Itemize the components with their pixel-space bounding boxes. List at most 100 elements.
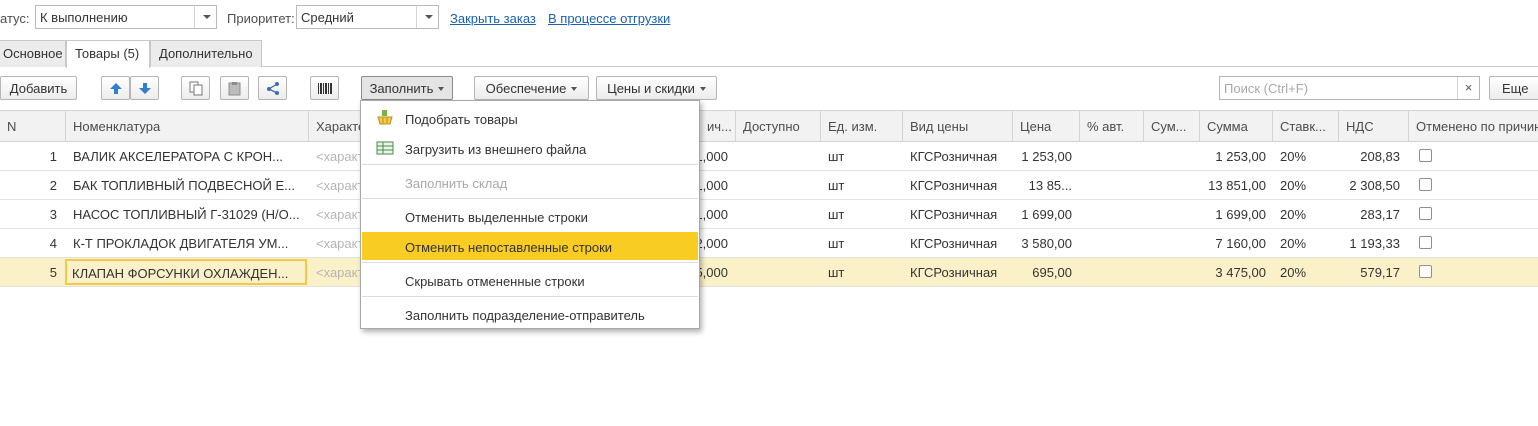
row-nomenclature[interactable]: НАСОС ТОПЛИВНЫЙ Г-31029 (Н/О... — [66, 200, 309, 228]
copy-button[interactable] — [181, 76, 210, 100]
row-nomenclature[interactable]: КЛАПАН ФОРСУНКИ ОХЛАЖДЕН... — [65, 259, 307, 285]
tab-goods[interactable]: Товары (5) — [66, 40, 150, 68]
row-price[interactable]: 3 580,00 — [1013, 229, 1079, 257]
row-price[interactable]: 1 253,00 — [1013, 142, 1079, 170]
menu-item-fill-sender-department[interactable]: Заполнить подразделение-отправитель — [362, 300, 698, 328]
move-down-button[interactable] — [130, 76, 159, 100]
row-nomenclature[interactable]: БАК ТОПЛИВНЫЙ ПОДВЕСНОЙ Е... — [66, 171, 309, 199]
menu-item-hide-cancelled[interactable]: Скрывать отмененные строки — [362, 266, 698, 294]
import-file-icon — [376, 141, 394, 155]
col-header-price-type[interactable]: Вид цены — [903, 111, 1013, 142]
barcode-button[interactable] — [310, 76, 339, 100]
col-header-available[interactable]: Доступно — [736, 111, 821, 142]
row-unit[interactable]: шт — [821, 258, 903, 286]
row-rate[interactable]: 20% — [1273, 229, 1339, 257]
chevron-down-icon[interactable] — [416, 6, 438, 28]
row-cancel-checkbox[interactable] — [1419, 149, 1432, 162]
menu-item-pick-goods[interactable]: Подобрать товары — [362, 104, 698, 132]
more-button[interactable]: Еще — [1489, 76, 1538, 100]
row-vat[interactable]: 1 193,33 — [1339, 229, 1407, 257]
menu-item-fill-warehouse: Заполнить склад — [362, 168, 698, 196]
row-nomenclature[interactable]: К-Т ПРОКЛАДОК ДВИГАТЕЛЯ УМ... — [66, 229, 309, 257]
row-number: 3 — [49, 207, 57, 222]
row-price-type[interactable]: КГСРозничная — [903, 229, 1013, 257]
prices-discounts-button[interactable]: Цены и скидки — [596, 76, 717, 100]
row-sum[interactable]: 7 160,00 — [1200, 229, 1273, 257]
menu-item-cancel-undelivered[interactable]: Отменить непоставленные строки — [362, 232, 698, 260]
menu-item-import-file[interactable]: Загрузить из внешнего файла — [362, 134, 698, 162]
row-characteristic[interactable]: <характ — [309, 258, 361, 286]
table-row[interactable]: 1 ВАЛИК АКСЕЛЕРАТОРА С КРОН... <характ 1… — [0, 142, 1538, 171]
col-header-nomenclature[interactable]: Номенклатура — [66, 111, 309, 142]
col-header-cancel-reason[interactable]: Отменено по причине — [1409, 111, 1538, 142]
row-rate[interactable]: 20% — [1273, 200, 1339, 228]
move-up-button[interactable] — [101, 76, 130, 100]
close-order-link[interactable]: Закрыть заказ — [450, 11, 536, 26]
caret-down-icon — [571, 87, 578, 91]
fill-dropdown-menu: Подобрать товары Загрузить из внешнего ф… — [360, 100, 700, 329]
table-row[interactable]: 3 НАСОС ТОПЛИВНЫЙ Г-31029 (Н/О... <харак… — [0, 200, 1538, 229]
basket-icon — [377, 110, 393, 125]
tab-additional[interactable]: Дополнительно — [150, 40, 262, 67]
row-unit[interactable]: шт — [821, 200, 903, 228]
row-vat[interactable]: 283,17 — [1339, 200, 1407, 228]
table-row[interactable]: 4 К-Т ПРОКЛАДОК ДВИГАТЕЛЯ УМ... <характ … — [0, 229, 1538, 258]
search-input[interactable]: Поиск (Ctrl+F) × — [1219, 76, 1480, 100]
row-price[interactable]: 1 699,00 — [1013, 200, 1079, 228]
table-row[interactable]: 2 БАК ТОПЛИВНЫЙ ПОДВЕСНОЙ Е... <характ 1… — [0, 171, 1538, 200]
row-vat[interactable]: 208,83 — [1339, 142, 1407, 170]
table-row-selected[interactable]: 5 КЛАПАН ФОРСУНКИ ОХЛАЖДЕН... <характ 5,… — [0, 258, 1538, 287]
priority-label: Приоритет: — [227, 11, 295, 26]
menu-item-cancel-selected[interactable]: Отменить выделенные строки — [362, 202, 698, 230]
col-header-rate[interactable]: Ставк... — [1273, 111, 1339, 142]
row-unit[interactable]: шт — [821, 171, 903, 199]
add-button[interactable]: Добавить — [0, 76, 77, 100]
row-nomenclature[interactable]: ВАЛИК АКСЕЛЕРАТОРА С КРОН... — [66, 142, 309, 170]
shipping-link[interactable]: В процессе отгрузки — [548, 11, 670, 26]
row-characteristic[interactable]: <характ — [309, 171, 361, 199]
row-vat[interactable]: 579,17 — [1339, 258, 1407, 286]
row-sum[interactable]: 1 253,00 — [1200, 142, 1273, 170]
arrow-up-icon — [110, 83, 122, 94]
row-rate[interactable]: 20% — [1273, 258, 1339, 286]
row-characteristic[interactable]: <характ — [309, 229, 361, 257]
row-price-type[interactable]: КГСРозничная — [903, 171, 1013, 199]
row-characteristic[interactable]: <характ — [309, 200, 361, 228]
row-rate[interactable]: 20% — [1273, 171, 1339, 199]
row-cancel-checkbox[interactable] — [1419, 178, 1432, 191]
paste-button[interactable] — [220, 76, 249, 100]
col-header-auto-discount[interactable]: % авт. — [1080, 111, 1144, 142]
clear-icon[interactable]: × — [1457, 77, 1479, 99]
row-unit[interactable]: шт — [821, 142, 903, 170]
chevron-down-icon[interactable] — [194, 6, 216, 28]
col-header-sum-short[interactable]: Сум... — [1144, 111, 1200, 142]
col-header-unit[interactable]: Ед. изм. — [821, 111, 903, 142]
row-sum[interactable]: 13 851,00 — [1200, 171, 1273, 199]
priority-select[interactable]: Средний — [296, 5, 439, 29]
tab-main[interactable]: Основное — [0, 40, 66, 67]
col-header-n[interactable]: N — [0, 111, 66, 142]
row-price-type[interactable]: КГСРозничная — [903, 258, 1013, 286]
row-cancel-checkbox[interactable] — [1419, 265, 1432, 278]
row-sum[interactable]: 3 475,00 — [1200, 258, 1273, 286]
row-cancel-checkbox[interactable] — [1419, 207, 1432, 220]
col-header-vat[interactable]: НДС — [1339, 111, 1409, 142]
col-header-sum[interactable]: Сумма — [1200, 111, 1273, 142]
fill-button[interactable]: Заполнить — [361, 76, 453, 100]
col-header-price[interactable]: Цена — [1013, 111, 1080, 142]
row-sum[interactable]: 1 699,00 — [1200, 200, 1273, 228]
share-button[interactable] — [258, 76, 287, 100]
row-price-type[interactable]: КГСРозничная — [903, 142, 1013, 170]
row-number: 4 — [49, 236, 57, 251]
row-characteristic[interactable]: <характ — [309, 142, 361, 170]
row-price[interactable]: 695,00 — [1013, 258, 1079, 286]
row-price[interactable]: 13 85... — [1013, 171, 1079, 199]
row-cancel-checkbox[interactable] — [1419, 236, 1432, 249]
row-rate[interactable]: 20% — [1273, 142, 1339, 170]
row-vat[interactable]: 2 308,50 — [1339, 171, 1407, 199]
status-select[interactable]: К выполнению — [35, 5, 217, 29]
supply-button[interactable]: Обеспечение — [474, 76, 589, 100]
col-header-quantity[interactable]: ич... — [700, 111, 736, 142]
row-unit[interactable]: шт — [821, 229, 903, 257]
row-price-type[interactable]: КГСРозничная — [903, 200, 1013, 228]
